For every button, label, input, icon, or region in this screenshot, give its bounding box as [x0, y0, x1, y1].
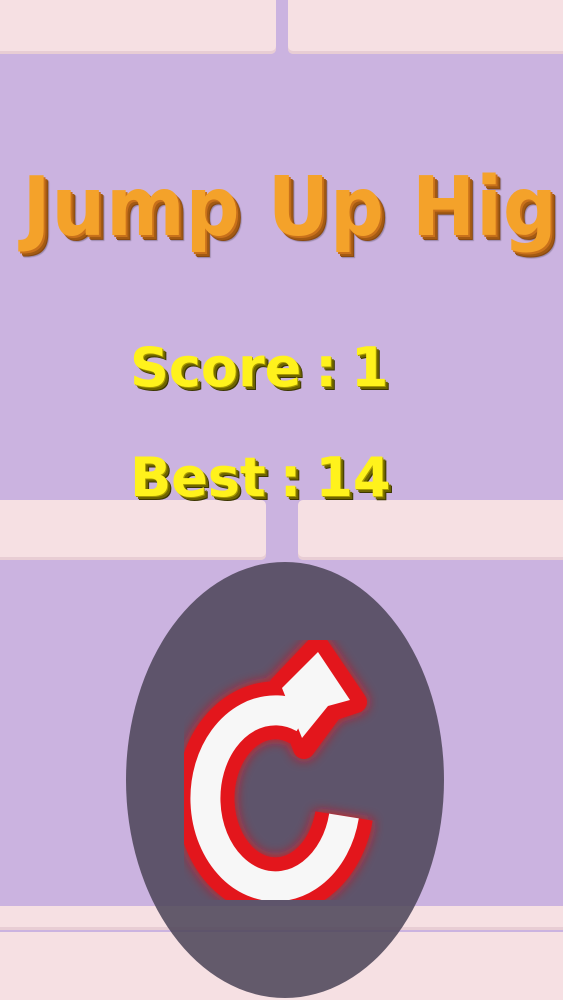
score-separator: :	[315, 336, 337, 399]
brick	[0, 500, 266, 560]
restart-button[interactable]	[126, 562, 444, 998]
game-title: Jump Up High	[22, 160, 563, 255]
best-label: Best	[130, 446, 266, 509]
brick	[298, 500, 563, 560]
restart-arrow-icon	[184, 640, 373, 900]
best-value: 14	[315, 446, 391, 509]
score-label: Score	[130, 336, 302, 399]
brick	[288, 0, 563, 54]
best-score-display: Best:14	[130, 446, 391, 509]
brick	[0, 0, 276, 54]
score-value: 1	[350, 336, 389, 399]
best-separator: :	[279, 446, 302, 509]
game-scene: Jump Up High Score:1 Best:14	[0, 0, 563, 1000]
score-display: Score:1	[130, 336, 388, 399]
